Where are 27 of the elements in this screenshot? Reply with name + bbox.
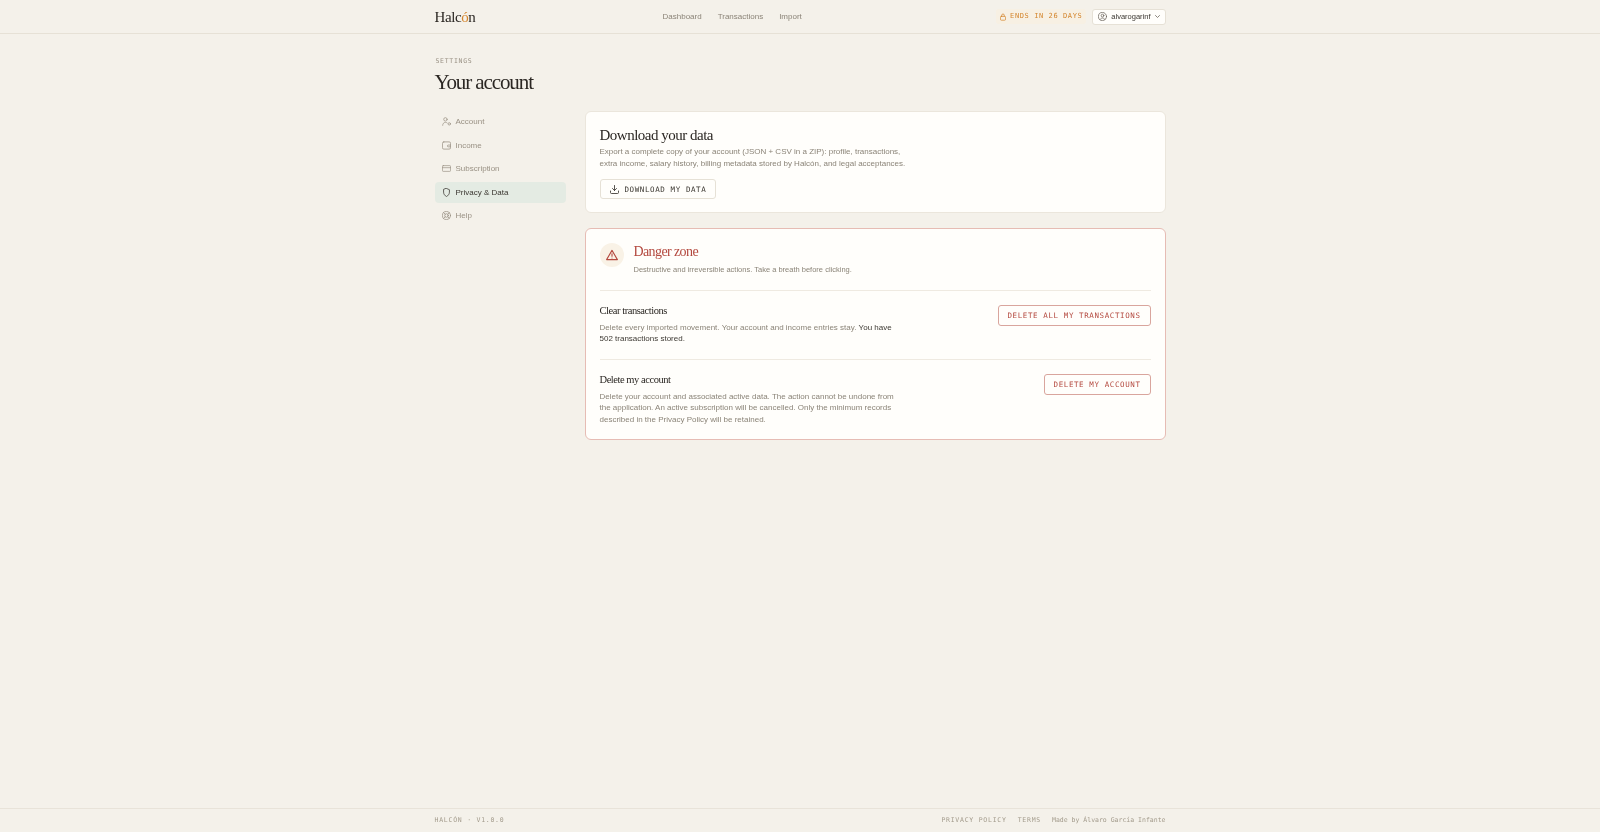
warning-icon <box>599 243 624 267</box>
sidebar-item[interactable]: Account <box>434 111 566 132</box>
card-title: Download your data <box>599 126 713 144</box>
sidebar-item[interactable]: Help <box>434 205 566 226</box>
action-description: Delete every imported movement. Your account and income entries stay. You have 502 transactions stored. <box>599 321 893 345</box>
sidebar-item[interactable]: Subscription <box>434 158 566 179</box>
download-icon <box>609 184 619 194</box>
card-description: Export a complete copy of your account (JSON + CSV in a ZIP): profile, transactions, extra income, salary history, billing metadata stored by Halcón, and legal acceptances. <box>599 146 907 170</box>
nav-link[interactable]: Transactions <box>717 10 764 23</box>
action-title: Clear transactions <box>599 303 667 318</box>
nav-link[interactable]: Dashboard <box>662 10 702 23</box>
nav-link[interactable]: Import <box>779 10 802 23</box>
user-circle-icon <box>1098 12 1108 21</box>
lifebuoy-icon <box>441 211 451 220</box>
action-description: Delete your account and associated active data. The action cannot be undone from the application. An active subscription will be cancelled. Only the minimum records described in the Privacy Policy will be retained. <box>599 390 895 425</box>
sidebar-item[interactable]: Income <box>434 134 566 156</box>
credit-card-icon <box>441 164 451 173</box>
sidebar-item[interactable]: Privacy & Data <box>434 181 566 203</box>
wallet-icon <box>441 140 451 150</box>
page-title: Your account <box>434 70 533 94</box>
action-title: Delete my account <box>599 372 671 387</box>
logo[interactable]: Halcón <box>434 7 476 26</box>
lock-icon <box>1000 12 1007 21</box>
user-icon <box>441 117 451 126</box>
chevron-down-icon <box>1154 15 1160 18</box>
danger-zone-title: Danger zone <box>633 244 699 260</box>
shield-icon <box>441 187 451 197</box>
